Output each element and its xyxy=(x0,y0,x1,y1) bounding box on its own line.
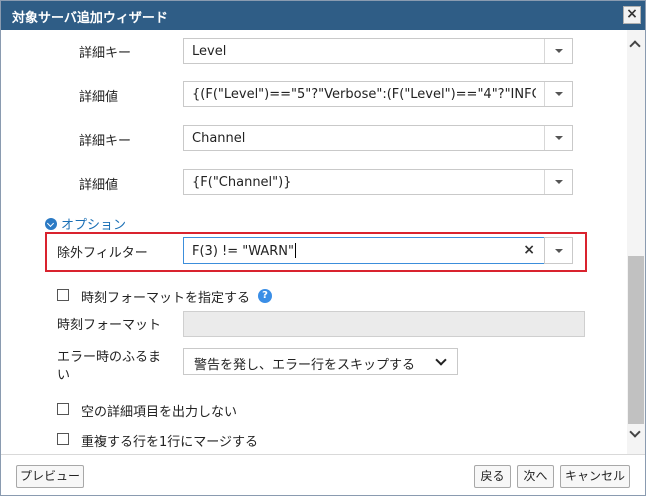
title-bar: 対象サーバ追加ウィザード × xyxy=(1,1,645,30)
detail-key-value-1: Level xyxy=(192,44,227,59)
detail-key-label-1: 詳細キー xyxy=(79,46,132,61)
time-format-checkbox-label: 時刻フォーマットを指定する xyxy=(81,291,251,306)
detail-value-combo-1[interactable]: {(F("Level")=="5"?"Verbose":(F("Level")=… xyxy=(183,81,573,107)
error-behavior-label-line2: い xyxy=(57,368,71,383)
merge-duplicates-checkbox[interactable] xyxy=(57,433,69,445)
preview-button[interactable]: プレビュー xyxy=(16,465,84,488)
exclude-filter-label: 除外フィルター xyxy=(57,246,148,261)
help-icon[interactable]: ? xyxy=(258,289,272,303)
exclude-filter-dropdown-arrow[interactable] xyxy=(544,237,573,264)
dropdown-arrow-icon[interactable] xyxy=(544,170,572,194)
back-button[interactable]: 戻る xyxy=(474,465,511,488)
detail-value-label-1: 詳細値 xyxy=(79,90,119,105)
detail-value-value-2: {F("Channel")} xyxy=(192,175,292,190)
text-caret xyxy=(295,243,297,258)
error-behavior-selected: 警告を発し、エラー行をスキップする xyxy=(194,358,416,373)
dialog-title: 対象サーバ追加ウィザード xyxy=(12,11,168,26)
detail-key-combo-2[interactable]: Channel xyxy=(183,125,573,151)
dropdown-arrow-icon[interactable] xyxy=(544,82,572,106)
options-section-toggle[interactable]: オプション xyxy=(45,214,126,233)
chevron-down-icon xyxy=(435,354,447,366)
detail-value-value-1: {(F("Level")=="5"?"Verbose":(F("Level")=… xyxy=(192,87,536,102)
close-icon: × xyxy=(626,6,638,22)
merge-duplicates-label: 重複する行を1行にマージする xyxy=(81,435,259,450)
next-button[interactable]: 次へ xyxy=(517,465,554,488)
dialog-content: 詳細キー Level 詳細値 {(F("Level")=="5"?"Verbos… xyxy=(1,30,627,454)
scroll-down-icon[interactable] xyxy=(629,426,641,438)
detail-value-label-2: 詳細値 xyxy=(79,178,119,193)
time-format-checkbox[interactable] xyxy=(57,289,69,301)
dropdown-arrow-icon[interactable] xyxy=(544,126,572,150)
dropdown-arrow-icon[interactable] xyxy=(544,39,572,63)
dialog-footer: プレビュー 戻る 次へ キャンセル xyxy=(1,454,645,495)
error-behavior-label-line1: エラー時のふるま xyxy=(57,350,162,365)
scrollbar-thumb[interactable] xyxy=(628,256,644,424)
chevron-down-circle-icon xyxy=(45,218,57,230)
detail-value-combo-2[interactable]: {F("Channel")} xyxy=(183,169,573,195)
no-empty-details-label: 空の詳細項目を出力しない xyxy=(81,405,238,420)
exclude-filter-value: F(3) != "WARN" xyxy=(192,244,295,259)
exclude-filter-input[interactable]: F(3) != "WARN" × xyxy=(183,237,545,264)
detail-key-combo-1[interactable]: Level xyxy=(183,38,573,64)
time-format-field-label: 時刻フォーマット xyxy=(57,318,162,333)
close-button[interactable]: × xyxy=(623,6,641,24)
detail-key-value-2: Channel xyxy=(192,131,246,146)
time-format-input xyxy=(183,311,585,337)
vertical-scrollbar[interactable] xyxy=(627,30,645,454)
error-behavior-select[interactable]: 警告を発し、エラー行をスキップする xyxy=(183,348,458,375)
options-section-label: オプション xyxy=(61,218,127,233)
no-empty-details-checkbox[interactable] xyxy=(57,403,69,415)
clear-icon[interactable]: × xyxy=(523,242,535,258)
scroll-up-icon[interactable] xyxy=(629,40,641,52)
wizard-dialog: 対象サーバ追加ウィザード × 詳細キー Level 詳細値 {(F("Level… xyxy=(0,0,646,496)
cancel-button[interactable]: キャンセル xyxy=(560,465,630,488)
detail-key-label-2: 詳細キー xyxy=(79,134,132,149)
